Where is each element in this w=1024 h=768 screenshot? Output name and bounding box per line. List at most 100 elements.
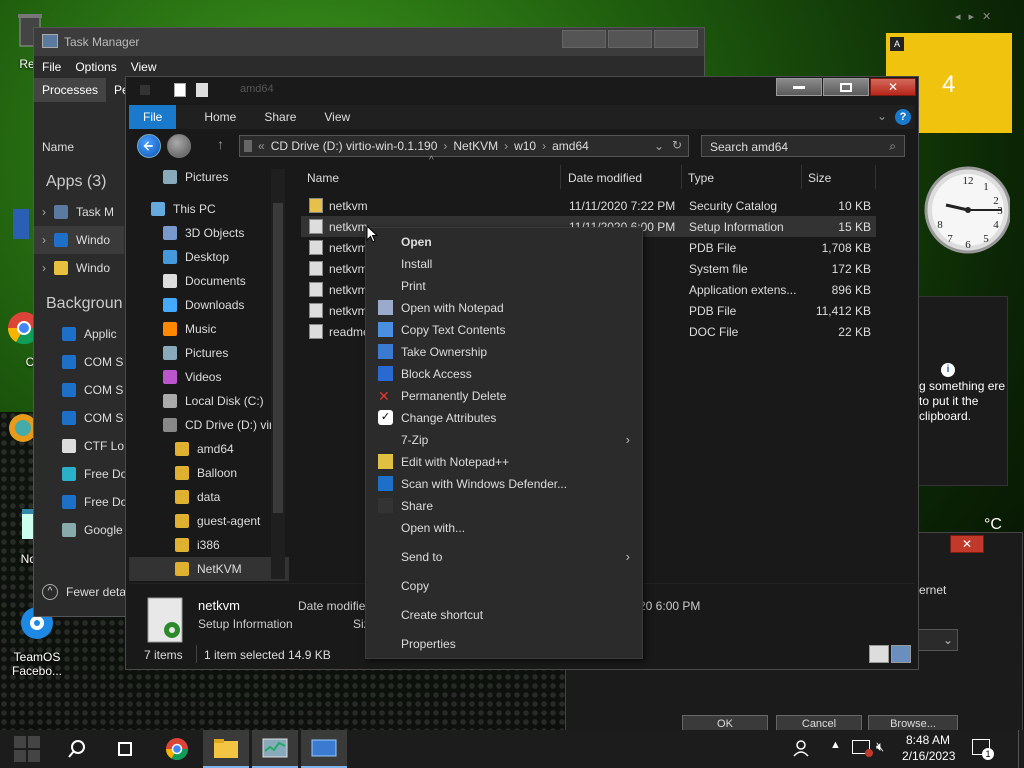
new-folder-icon[interactable] <box>196 83 208 97</box>
menu-item-create-shortcut[interactable]: Create shortcut <box>366 604 642 626</box>
help-icon[interactable]: ? <box>895 109 911 125</box>
menu-item-change-attributes[interactable]: ✓ Change Attributes <box>366 407 642 429</box>
process-row[interactable]: Applic <box>34 320 124 348</box>
volume-muted-icon[interactable]: 🔇︎ <box>876 739 884 755</box>
process-row[interactable]: COM S <box>34 348 124 376</box>
nav-item[interactable]: Pictures <box>129 165 289 189</box>
breadcrumb-w10[interactable]: w10 <box>514 139 536 153</box>
column-name[interactable]: Name <box>42 140 74 154</box>
menu-item-copy-text-contents[interactable]: Copy Text Contents <box>366 319 642 341</box>
tab-share[interactable]: Share <box>250 105 310 129</box>
menu-item-scan-with-windows-defender[interactable]: Scan with Windows Defender... <box>366 473 642 495</box>
tab-view[interactable]: View <box>310 105 364 129</box>
nav-item[interactable]: Balloon <box>129 461 289 485</box>
process-row[interactable]: Free Do <box>34 488 127 516</box>
task-view-button[interactable] <box>102 730 148 768</box>
nav-item[interactable]: Videos <box>129 365 289 389</box>
nav-item[interactable]: Downloads <box>129 293 289 317</box>
ribbon-expand-icon[interactable]: ⌄ <box>877 109 887 123</box>
large-icons-view-icon[interactable] <box>891 645 911 663</box>
show-hidden-icons[interactable]: ▲ <box>830 739 841 751</box>
maximize-button[interactable] <box>608 30 652 48</box>
forward-button[interactable] <box>167 134 191 158</box>
minimize-button[interactable] <box>776 78 822 96</box>
nav-item[interactable]: Local Disk (C:) <box>129 389 289 413</box>
nav-item[interactable]: Music <box>129 317 289 341</box>
tab-processes[interactable]: Processes <box>34 78 107 102</box>
nav-item[interactable]: amd64 <box>129 437 289 461</box>
nav-item[interactable]: i386 <box>129 533 289 557</box>
column-size[interactable]: Size <box>802 165 876 189</box>
process-row[interactable]: CTF Lo <box>34 432 124 460</box>
nav-item[interactable]: Documents <box>129 269 289 293</box>
up-arrow-icon[interactable]: ↑ <box>217 136 224 152</box>
menu-item-open[interactable]: Open <box>366 231 642 253</box>
table-row[interactable]: netkvm 11/11/2020 7:22 PM Security Catalog… <box>301 195 876 216</box>
menu-item-open-with[interactable]: Open with... <box>366 517 642 539</box>
menu-item-install[interactable]: Install <box>366 253 642 275</box>
minimize-button[interactable] <box>562 30 606 48</box>
fewer-details-button[interactable]: ^ Fewer deta <box>42 584 126 600</box>
back-button[interactable] <box>137 134 161 158</box>
network-icon[interactable] <box>852 740 873 757</box>
clock[interactable]: 8:48 AM 2/16/2023 <box>902 732 955 764</box>
tab-file[interactable]: File <box>129 105 177 129</box>
menu-item-open-with-notepad[interactable]: Open with Notepad <box>366 297 642 319</box>
breadcrumb-drive[interactable]: CD Drive (D:) virtio-win-0.1.190 <box>271 139 438 153</box>
nav-item[interactable]: CD Drive (D:) virt <box>129 413 289 437</box>
people-icon[interactable] <box>792 739 810 760</box>
maximize-button[interactable] <box>823 78 869 96</box>
menu-item-take-ownership[interactable]: Take Ownership <box>366 341 642 363</box>
process-row[interactable]: COM S <box>34 404 124 432</box>
menu-item-permanently-delete[interactable]: ✕ Permanently Delete <box>366 385 642 407</box>
taskbar-task-manager[interactable] <box>252 730 298 768</box>
menu-item-7-zip[interactable]: 7-Zip › <box>366 429 642 451</box>
search-input[interactable]: Search amd64 ⌕ <box>701 135 905 157</box>
nav-item[interactable]: Pictures <box>129 341 289 365</box>
close-button[interactable] <box>654 30 698 48</box>
nav-item[interactable]: 3D Objects <box>129 221 289 245</box>
menu-view[interactable]: View <box>131 60 157 74</box>
process-row[interactable]: › Task M <box>34 198 124 226</box>
details-view-icon[interactable] <box>869 645 889 663</box>
address-bar[interactable]: « CD Drive (D:) virtio-win-0.1.190 › Net… <box>239 135 689 157</box>
process-row[interactable]: › Windo <box>34 226 124 254</box>
scrollbar-thumb[interactable] <box>273 203 283 513</box>
taskbar-app[interactable] <box>301 730 347 768</box>
menu-options[interactable]: Options <box>75 60 116 74</box>
properties-icon[interactable] <box>174 83 186 97</box>
navigation-scrollbar[interactable] <box>271 169 285 579</box>
breadcrumb-netkvm[interactable]: NetKVM <box>453 139 498 153</box>
close-button[interactable]: ✕ <box>870 78 916 96</box>
process-row[interactable]: COM S <box>34 376 124 404</box>
nav-item[interactable]: guest-agent <box>129 509 289 533</box>
menu-item-copy[interactable]: Copy <box>366 575 642 597</box>
nav-item[interactable]: Desktop <box>129 245 289 269</box>
column-name[interactable]: Name <box>301 165 561 189</box>
start-button[interactable] <box>4 730 50 768</box>
process-row[interactable]: Free Do <box>34 460 127 488</box>
nav-item[interactable]: NetKVM <box>129 557 289 581</box>
chevron-down-icon[interactable]: ⌄ <box>654 139 664 153</box>
menu-item-edit-with-notepad[interactable]: Edit with Notepad++ <box>366 451 642 473</box>
nav-item[interactable]: data <box>129 485 289 509</box>
taskbar-chrome[interactable] <box>154 730 200 768</box>
menu-item-share[interactable]: Share <box>366 495 642 517</box>
tab-home[interactable]: Home <box>176 105 250 129</box>
refresh-icon[interactable]: ↻ <box>672 138 682 152</box>
column-date-modified[interactable]: Date modified <box>562 165 682 189</box>
gadget-nav-arrows[interactable]: ◂▸✕ <box>955 10 999 23</box>
menu-item-send-to[interactable]: Send to › <box>366 546 642 568</box>
process-row[interactable]: › Windo <box>34 254 124 282</box>
process-row[interactable]: Google <box>34 516 124 544</box>
nav-item[interactable]: This PC <box>129 197 289 221</box>
menu-file[interactable]: File <box>42 60 61 74</box>
menu-item-properties[interactable]: Properties <box>366 633 642 655</box>
breadcrumb-amd64[interactable]: amd64 <box>552 139 589 153</box>
explorer-titlebar[interactable]: amd64 ✕ <box>126 77 918 103</box>
show-desktop-button[interactable] <box>1018 730 1024 768</box>
dialog-close-button[interactable]: ✕ <box>950 535 984 553</box>
taskbar-file-explorer[interactable] <box>203 730 249 768</box>
column-type[interactable]: Type <box>682 165 802 189</box>
task-manager-titlebar[interactable]: Task Manager <box>34 28 704 56</box>
